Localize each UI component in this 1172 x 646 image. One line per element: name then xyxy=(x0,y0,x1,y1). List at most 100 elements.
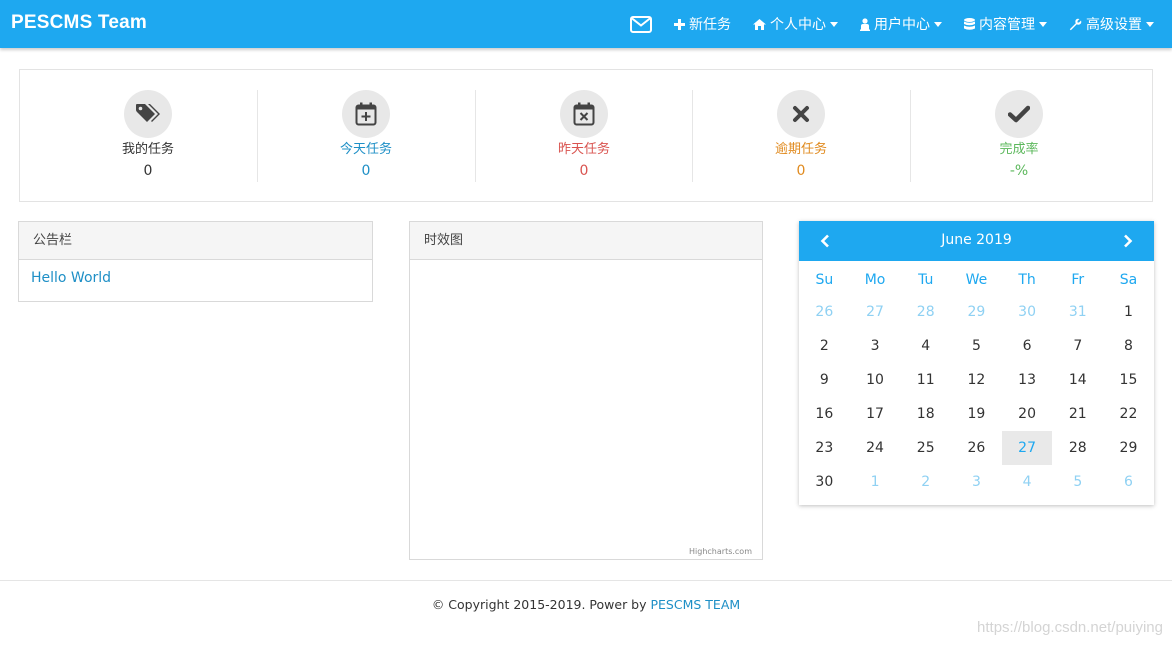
nav-personal-center-label: 个人中心 xyxy=(770,17,826,33)
footer-team-link[interactable]: PESCMS TEAM xyxy=(651,597,741,612)
calendar-weeks: 26 27 28 29 30 31 1 2 3 4 5 6 7 8 9 10 11 12 13 14 15 16 17 18 1… xyxy=(799,295,1154,499)
stat-label: 逾期任务 xyxy=(774,142,827,157)
calendar-day[interactable]: 18 xyxy=(900,397,951,431)
stat-label: 我的任务 xyxy=(121,142,174,157)
stat-overdue-tasks[interactable]: 逾期任务 0 xyxy=(692,90,910,182)
calendar-day[interactable]: 14 xyxy=(1052,363,1103,397)
calendar-day[interactable]: 17 xyxy=(850,397,901,431)
calendar-times-icon xyxy=(560,90,608,138)
chevron-down-icon xyxy=(1039,21,1047,27)
chevron-down-icon xyxy=(934,21,942,27)
nav-personal-center[interactable]: 个人中心 xyxy=(753,14,838,34)
weekday-label: Mo xyxy=(864,272,886,288)
stat-value: 0 xyxy=(361,163,371,179)
stat-value: 0 xyxy=(579,163,589,179)
calendar-month-title[interactable]: June 2019 xyxy=(799,232,1154,248)
watermark: https://blog.csdn.net/puiying xyxy=(977,619,1163,636)
highcharts-credit-link[interactable]: Highcharts.com xyxy=(689,547,752,556)
calendar-day[interactable]: 11 xyxy=(900,363,951,397)
calendar-week-row: 16 17 18 19 20 21 22 xyxy=(799,397,1154,431)
task-stats-panel: 我的任务 0 今天任务 0 昨天任务 0 逾期任务 0 完成率 -% xyxy=(19,69,1153,202)
nav-menu: 新任务 个人中心 用户中心 内容管理 高级设置 xyxy=(630,0,1154,48)
calendar-day[interactable]: 30 xyxy=(799,465,850,499)
calendar-day[interactable]: 4 xyxy=(1002,465,1053,499)
calendar-day[interactable]: 29 xyxy=(951,295,1002,329)
check-icon xyxy=(995,90,1043,138)
calendar-day[interactable]: 28 xyxy=(900,295,951,329)
calendar-day[interactable]: 4 xyxy=(900,329,951,363)
calendar-day[interactable]: 3 xyxy=(951,465,1002,499)
calendar-week-row: 30 1 2 3 4 5 6 xyxy=(799,465,1154,499)
stat-today-tasks[interactable]: 今天任务 0 xyxy=(257,90,475,182)
calendar-day[interactable]: 3 xyxy=(850,329,901,363)
stat-label: 完成率 xyxy=(999,142,1039,157)
brand-logo[interactable]: PESCMS Team xyxy=(11,12,147,34)
wrench-icon xyxy=(1069,18,1082,31)
nav-content-management-label: 内容管理 xyxy=(979,17,1035,33)
calendar-day[interactable]: 6 xyxy=(1103,465,1154,499)
stat-completion-rate[interactable]: 完成率 -% xyxy=(910,90,1128,182)
calendar-day[interactable]: 12 xyxy=(951,363,1002,397)
timeline-chart-panel: 时效图 Highcharts.com xyxy=(409,221,763,560)
calendar-day[interactable]: 30 xyxy=(1002,295,1053,329)
calendar-day[interactable]: 19 xyxy=(951,397,1002,431)
nav-user-center-label: 用户中心 xyxy=(874,17,930,33)
calendar-day[interactable]: 5 xyxy=(1052,465,1103,499)
calendar-day[interactable]: 8 xyxy=(1103,329,1154,363)
calendar-day[interactable]: 2 xyxy=(799,329,850,363)
calendar-day[interactable]: 26 xyxy=(799,295,850,329)
calendar-week-row: 9 10 11 12 13 14 15 xyxy=(799,363,1154,397)
calendar-day[interactable]: 25 xyxy=(900,431,951,465)
envelope-icon[interactable] xyxy=(630,15,652,33)
calendar-day[interactable]: 10 xyxy=(850,363,901,397)
calendar-plus-icon xyxy=(342,90,390,138)
calendar-weekday-row: Su Mo Tu We Th Fr Sa xyxy=(799,261,1154,295)
calendar-day[interactable]: 29 xyxy=(1103,431,1154,465)
nav-advanced-settings[interactable]: 高级设置 xyxy=(1069,14,1154,34)
calendar-day[interactable]: 20 xyxy=(1002,397,1053,431)
calendar-next-button[interactable] xyxy=(1113,230,1143,252)
nav-advanced-settings-label: 高级设置 xyxy=(1086,17,1142,33)
calendar-day[interactable]: 24 xyxy=(850,431,901,465)
stat-value: -% xyxy=(1009,163,1029,179)
database-icon xyxy=(964,17,975,31)
home-icon xyxy=(753,18,766,30)
calendar-day[interactable]: 15 xyxy=(1103,363,1154,397)
calendar-day[interactable]: 28 xyxy=(1052,431,1103,465)
calendar-day[interactable]: 22 xyxy=(1103,397,1154,431)
calendar-day[interactable]: 7 xyxy=(1052,329,1103,363)
nav-content-management[interactable]: 内容管理 xyxy=(964,14,1047,34)
stat-value: 0 xyxy=(143,163,153,179)
top-navbar: PESCMS Team 新任务 个人中心 用户中心 内容管理 高级设置 xyxy=(0,0,1172,48)
calendar-day[interactable]: 23 xyxy=(799,431,850,465)
panel-title: 时效图 xyxy=(410,222,762,260)
weekday-label: Fr xyxy=(1071,272,1085,288)
calendar-day[interactable]: 6 xyxy=(1002,329,1053,363)
tags-icon xyxy=(124,90,172,138)
stat-value: 0 xyxy=(796,163,806,179)
nav-new-task[interactable]: 新任务 xyxy=(674,14,731,34)
calendar-week-row: 2345678 xyxy=(799,329,1154,363)
calendar-day[interactable]: 13 xyxy=(1002,363,1053,397)
calendar-day[interactable]: 2 xyxy=(900,465,951,499)
copyright-label: © Copyright 2015-2019. Power by xyxy=(431,597,651,612)
calendar-day[interactable]: 1 xyxy=(1103,295,1154,329)
calendar-day[interactable]: 26 xyxy=(951,431,1002,465)
chart-area xyxy=(410,260,762,559)
calendar-day[interactable]: 9 xyxy=(799,363,850,397)
calendar-day[interactable]: 21 xyxy=(1052,397,1103,431)
notice-item-link[interactable]: Hello World xyxy=(19,260,372,296)
chevron-right-icon xyxy=(1124,234,1133,248)
calendar-day[interactable]: 27 xyxy=(850,295,901,329)
stat-my-tasks[interactable]: 我的任务 0 xyxy=(39,90,257,182)
calendar-day[interactable]: 5 xyxy=(951,329,1002,363)
calendar-day-today[interactable]: 27 xyxy=(1001,431,1053,465)
stat-label: 昨天任务 xyxy=(557,142,610,157)
page-footer: © Copyright 2015-2019. Power by PESCMS T… xyxy=(0,580,1172,646)
calendar-day[interactable]: 31 xyxy=(1052,295,1103,329)
nav-user-center[interactable]: 用户中心 xyxy=(860,14,942,34)
weekday-label: Th xyxy=(1018,272,1036,288)
calendar-day[interactable]: 16 xyxy=(799,397,850,431)
calendar-day[interactable]: 1 xyxy=(850,465,901,499)
stat-yesterday-tasks[interactable]: 昨天任务 0 xyxy=(475,90,693,182)
